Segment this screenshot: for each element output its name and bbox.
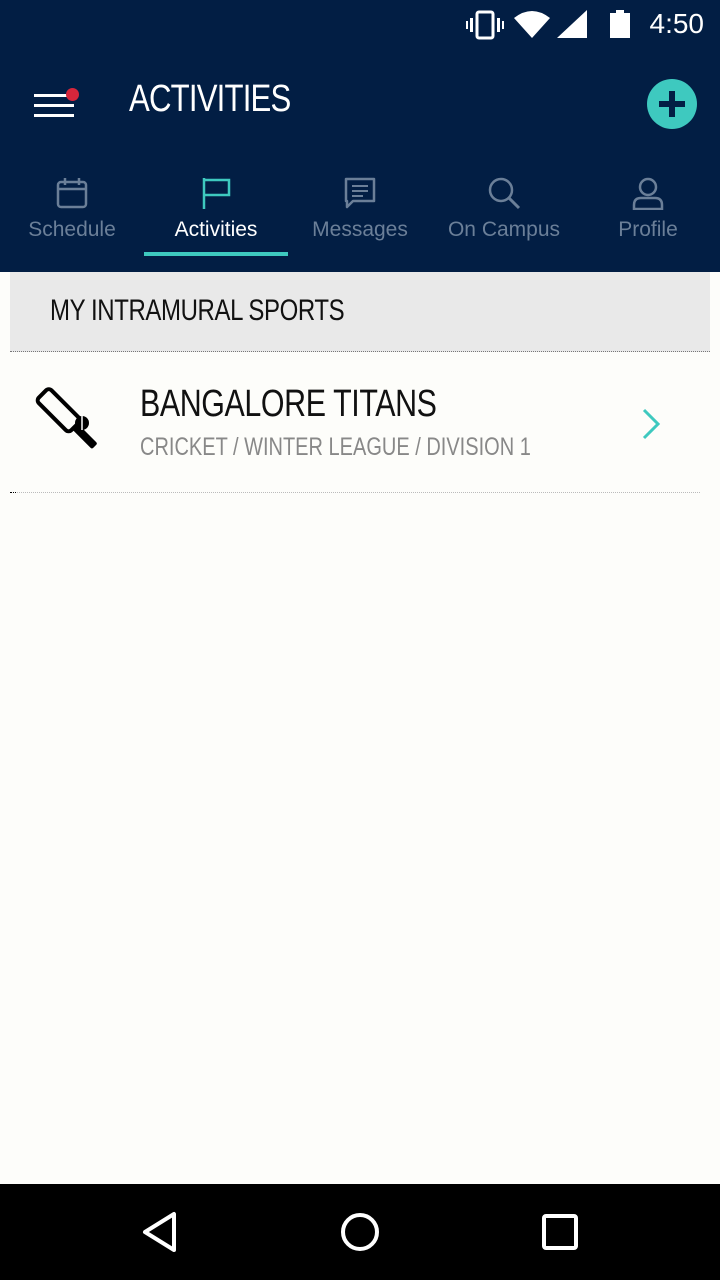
tab-activities[interactable]: Activities	[144, 160, 288, 272]
app-bar: ACTIVITIES	[0, 50, 720, 160]
flag-icon	[199, 176, 233, 215]
section-title: MY INTRAMURAL SPORTS	[50, 294, 345, 327]
tab-label: Messages	[312, 218, 408, 241]
status-time: 4:50	[649, 8, 705, 39]
tab-label: Profile	[618, 218, 678, 241]
wifi-icon	[514, 10, 550, 45]
add-button[interactable]	[647, 79, 697, 129]
chevron-right-icon	[640, 407, 662, 446]
status-bar: 4:50	[0, 0, 720, 50]
recents-icon[interactable]	[540, 1208, 580, 1261]
page-title: ACTIVITIES	[129, 78, 291, 120]
tab-label: On Campus	[447, 218, 561, 241]
battery-icon	[609, 10, 631, 45]
system-nav-bar	[0, 1184, 720, 1280]
person-icon	[631, 176, 665, 215]
tab-label: Activities	[174, 218, 258, 241]
vibrate-icon	[466, 10, 504, 45]
tab-messages[interactable]: Messages	[288, 160, 432, 272]
signal-icon	[557, 10, 587, 45]
plus-icon	[659, 91, 685, 117]
active-tab-indicator	[144, 252, 288, 256]
tab-label: Schedule	[28, 218, 116, 241]
section-header: MY INTRAMURAL SPORTS	[10, 272, 710, 352]
tab-on-campus[interactable]: On Campus	[432, 160, 576, 272]
hamburger-menu-icon[interactable]	[30, 84, 79, 124]
search-icon	[487, 176, 521, 215]
back-icon[interactable]	[140, 1208, 180, 1261]
tab-schedule[interactable]: Schedule	[0, 160, 144, 272]
cricket-bat-icon	[34, 387, 106, 464]
tab-profile[interactable]: Profile	[576, 160, 720, 272]
home-icon[interactable]	[338, 1208, 382, 1261]
notification-dot	[66, 88, 79, 101]
team-details: CRICKET / WINTER LEAGUE / DIVISION 1	[140, 433, 531, 461]
message-icon	[343, 176, 377, 215]
calendar-icon	[55, 176, 89, 215]
tab-bar: Schedule Activities Messages On Campus P…	[0, 160, 720, 272]
team-name: BANGALORE TITANS	[140, 383, 437, 425]
list-item[interactable]: BANGALORE TITANS CRICKET / WINTER LEAGUE…	[10, 353, 700, 493]
